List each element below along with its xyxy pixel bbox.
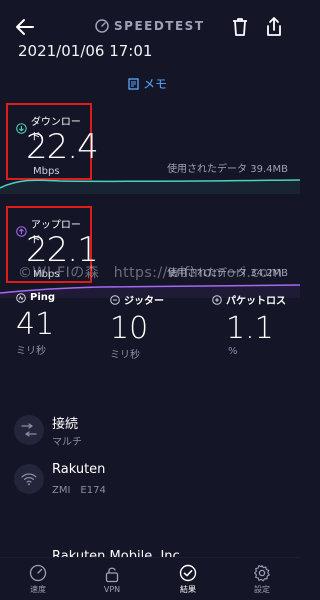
- jitter-label-row: ジッター: [110, 292, 190, 307]
- connection-type: マルチ: [52, 437, 82, 448]
- nav-speed[interactable]: 速度: [8, 558, 68, 600]
- jitter-icon: [110, 294, 120, 305]
- packet-loss-value: 1.1: [226, 311, 274, 346]
- bottom-nav: 速度 VPN 結果 設定: [0, 557, 300, 600]
- note-icon: [128, 77, 139, 90]
- connection-icon-wrap: [14, 415, 44, 445]
- speedtest-logo: SPEEDTEST: [95, 18, 205, 34]
- speedometer-icon: [29, 564, 47, 582]
- result-datetime: 2021/01/06 17:01: [18, 42, 153, 60]
- packet-loss-label: パケットロス: [226, 296, 286, 307]
- jitter-unit: ミリ秒: [110, 350, 140, 361]
- packet-loss-icon: [212, 294, 222, 305]
- speedometer-icon: [95, 19, 109, 33]
- ping-label-row: Ping: [16, 292, 96, 303]
- provider-name: Rakuten: [52, 462, 106, 477]
- multi-connection-icon: [21, 423, 37, 437]
- nav-vpn[interactable]: VPN: [82, 558, 142, 600]
- packet-loss-label-row: パケットロス: [212, 292, 296, 307]
- packet-loss-unit: %: [228, 346, 238, 357]
- memo-label: メモ: [143, 77, 168, 91]
- provider-info: Rakuten ZMI E174: [14, 462, 284, 498]
- packet-loss-stat: パケットロス 1.1 %: [212, 292, 296, 382]
- nav-results[interactable]: 結果: [158, 558, 218, 600]
- device-name: ZMI E174: [52, 485, 106, 496]
- ping-stat: Ping 41 ミリ秒: [16, 292, 96, 382]
- nav-settings-label: 設定: [254, 585, 270, 594]
- delete-button[interactable]: [230, 16, 250, 38]
- wifi-icon: [21, 473, 37, 486]
- brand-name: SPEEDTEST: [114, 19, 205, 33]
- share-icon: [267, 17, 281, 36]
- connection-info: 接続 マルチ: [14, 413, 284, 449]
- nav-vpn-label: VPN: [103, 585, 121, 594]
- jitter-value: 10: [110, 311, 149, 346]
- check-circle-icon: [179, 564, 197, 582]
- ping-label: Ping: [30, 292, 56, 303]
- download-speed: 22.4: [26, 127, 99, 167]
- trash-icon: [233, 18, 247, 36]
- ping-icon: [16, 292, 26, 303]
- gear-icon: [254, 564, 270, 582]
- provider-icon-wrap: [14, 464, 44, 494]
- nav-speed-label: 速度: [30, 585, 46, 594]
- memo-button[interactable]: メモ: [128, 75, 167, 92]
- download-speed-graph: [0, 179, 300, 194]
- arrow-left-icon: [16, 19, 34, 35]
- jitter-stat: ジッター 10 ミリ秒: [110, 292, 190, 382]
- server-info: Rakuten Mobile, Inc: [14, 542, 284, 558]
- ping-value: 41: [16, 307, 55, 342]
- download-metric: ダウンロード 22.4 Mbps: [6, 103, 99, 180]
- watermark: ©WI-FIの森 https://wifinomori.com: [18, 265, 283, 281]
- back-button[interactable]: [14, 16, 36, 38]
- jitter-label: ジッター: [124, 296, 164, 307]
- nav-results-label: 結果: [180, 585, 196, 594]
- lock-icon: [105, 567, 119, 583]
- share-button[interactable]: [264, 16, 284, 38]
- connection-title: 接続: [52, 417, 79, 432]
- nav-settings[interactable]: 設定: [232, 558, 292, 600]
- ping-unit: ミリ秒: [16, 346, 46, 357]
